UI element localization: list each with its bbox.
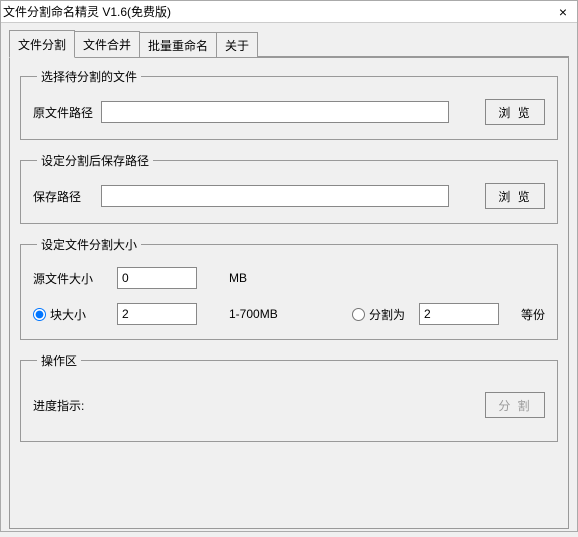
save-path-label: 保存路径 — [33, 188, 93, 205]
group-select-file: 选择待分割的文件 原文件路径 浏 览 — [20, 68, 558, 140]
group-size-legend: 设定文件分割大小 — [37, 236, 141, 253]
close-icon[interactable]: × — [555, 4, 571, 20]
src-size-label: 源文件大小 — [33, 270, 109, 287]
chunk-radio-label: 块大小 — [50, 306, 86, 323]
src-size-value — [117, 267, 197, 289]
tab-strip: 文件分割 文件合并 批量重命名 关于 — [9, 33, 569, 57]
group-save-legend: 设定分割后保存路径 — [37, 152, 153, 169]
browse-save-button[interactable]: 浏 览 — [485, 183, 545, 209]
parts-radio-input[interactable] — [352, 308, 365, 321]
save-path-input[interactable] — [101, 185, 449, 207]
browse-src-button[interactable]: 浏 览 — [485, 99, 545, 125]
chunk-range: 1-700MB — [229, 307, 299, 321]
split-button[interactable]: 分 割 — [485, 392, 545, 418]
client-area: 文件分割 文件合并 批量重命名 关于 选择待分割的文件 原文件路径 浏 览 设定… — [1, 23, 577, 537]
chunk-size-input[interactable] — [117, 303, 197, 325]
src-size-unit: MB — [229, 271, 247, 285]
chunk-radio-input[interactable] — [33, 308, 46, 321]
parts-radio[interactable]: 分割为 — [352, 306, 405, 323]
window-title: 文件分割命名精灵 V1.6(免费版) — [3, 3, 171, 20]
tab-file-merge[interactable]: 文件合并 — [74, 31, 140, 57]
tab-batch-rename[interactable]: 批量重命名 — [139, 32, 217, 57]
chunk-radio[interactable]: 块大小 — [33, 306, 109, 323]
progress-label: 进度指示: — [33, 397, 84, 414]
tab-about[interactable]: 关于 — [216, 32, 258, 57]
src-path-input[interactable] — [101, 101, 449, 123]
parts-count-input[interactable] — [419, 303, 499, 325]
tab-panel: 选择待分割的文件 原文件路径 浏 览 设定分割后保存路径 保存路径 浏 览 设定… — [9, 57, 569, 529]
parts-unit: 等份 — [521, 306, 545, 323]
group-split-size: 设定文件分割大小 源文件大小 MB 块大小 1-700MB 分割为 — [20, 236, 558, 340]
title-bar: 文件分割命名精灵 V1.6(免费版) × — [1, 1, 577, 23]
group-select-legend: 选择待分割的文件 — [37, 68, 141, 85]
group-op-legend: 操作区 — [37, 352, 81, 369]
parts-radio-label: 分割为 — [369, 306, 405, 323]
group-save-path: 设定分割后保存路径 保存路径 浏 览 — [20, 152, 558, 224]
group-operation: 操作区 进度指示: 分 割 — [20, 352, 558, 442]
tab-file-split[interactable]: 文件分割 — [9, 30, 75, 58]
src-path-label: 原文件路径 — [33, 104, 93, 121]
